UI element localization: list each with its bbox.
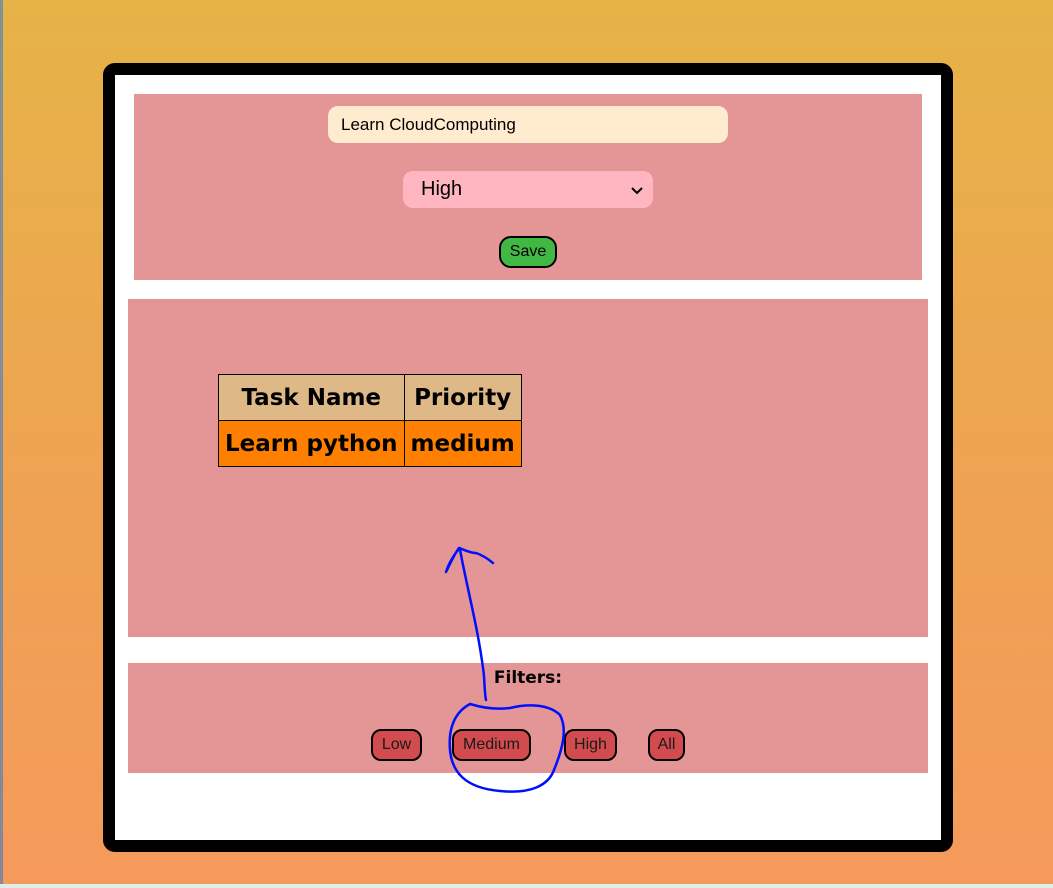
task-table: Task Name Priority Learn python medium <box>218 374 522 467</box>
filter-medium-button[interactable]: Medium <box>452 729 531 761</box>
filter-panel: Filters: Low Medium High All <box>128 663 928 773</box>
column-header-priority: Priority <box>403 374 522 421</box>
priority-selected-value: High <box>421 178 463 200</box>
priority-cell: medium <box>403 420 522 467</box>
filter-all-button[interactable]: All <box>648 729 685 761</box>
chevron-down-icon <box>631 182 643 198</box>
window-edge <box>0 0 3 888</box>
app-frame: High Save Task Name Priority Learn pytho… <box>103 63 953 852</box>
filters-label: Filters: <box>493 668 563 688</box>
filter-low-button[interactable]: Low <box>371 729 422 761</box>
task-name-cell: Learn python <box>218 420 405 467</box>
table-header-row: Task Name Priority <box>218 374 522 421</box>
bottom-edge <box>0 884 1053 888</box>
column-header-task-name: Task Name <box>218 374 405 421</box>
save-button[interactable]: Save <box>499 236 557 268</box>
task-name-input[interactable] <box>328 106 728 143</box>
filter-high-button[interactable]: High <box>564 729 617 761</box>
task-form-panel: High Save <box>134 94 922 280</box>
task-list-panel: Task Name Priority Learn python medium <box>128 299 928 637</box>
table-row: Learn python medium <box>218 420 522 467</box>
priority-select[interactable]: High <box>403 171 653 208</box>
